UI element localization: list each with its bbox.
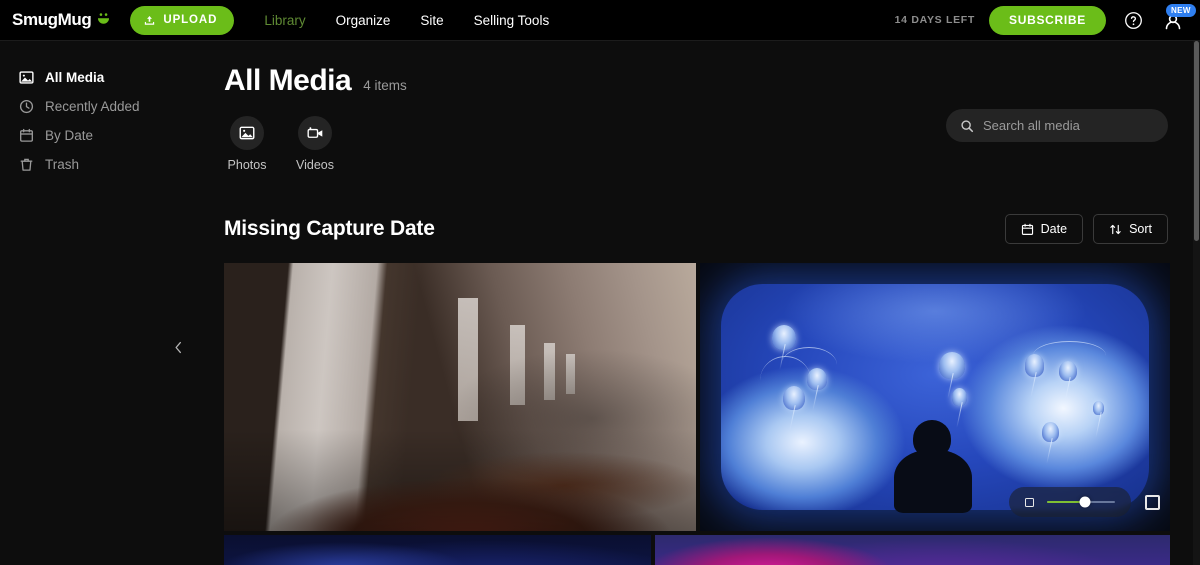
top-navigation-bar: SmugMug UPLOAD Library Organize Site Sel… (0, 0, 1200, 41)
filter-videos[interactable]: Videos (292, 116, 338, 172)
help-button[interactable] (1120, 7, 1146, 33)
page-header: All Media 4 items (212, 41, 1200, 98)
size-slider-track[interactable] (1047, 496, 1115, 508)
magenta-nebula-photo[interactable] (655, 535, 1170, 565)
item-count-label: 4 items (363, 78, 407, 93)
sidebar-item-label: Trash (45, 157, 80, 172)
question-mark-circle-icon (1124, 11, 1143, 30)
calendar-icon (19, 128, 34, 143)
sidebar-collapse-button[interactable] (170, 337, 186, 357)
sidebar-item-recently-added[interactable]: Recently Added (0, 92, 212, 121)
search-container[interactable] (946, 109, 1168, 142)
thumbnail-size-control[interactable] (1009, 487, 1160, 517)
new-badge: NEW (1166, 4, 1196, 17)
media-grid-row (224, 263, 1170, 531)
clock-icon (19, 99, 34, 114)
large-square-icon[interactable] (1145, 494, 1160, 510)
filter-label: Photos (227, 158, 267, 172)
sort-button-label: Sort (1129, 222, 1152, 236)
date-button-label: Date (1040, 222, 1068, 236)
topbar-right-cluster: 14 DAYS LEFT SUBSCRIBE NEW (894, 4, 1200, 35)
media-grid-row (224, 535, 1170, 565)
sort-button[interactable]: Sort (1093, 214, 1168, 244)
section-header: Missing Capture Date Date Sort (224, 214, 1168, 244)
size-slider-pill[interactable] (1009, 487, 1131, 517)
date-button[interactable]: Date (1004, 214, 1084, 244)
smiley-face-icon (95, 11, 112, 28)
sidebar: All Media Recently Added By Date Trash (0, 41, 212, 565)
trash-icon (19, 157, 34, 172)
filter-label: Videos (296, 158, 334, 172)
page-title: All Media (224, 64, 352, 97)
smugmug-logo[interactable]: SmugMug (12, 10, 112, 30)
image-icon (19, 70, 34, 85)
nav-link-library[interactable]: Library (264, 13, 305, 28)
sidebar-item-label: By Date (45, 128, 94, 143)
page-scrollbar[interactable] (1193, 41, 1200, 565)
main-content: All Media 4 items Photos (212, 41, 1200, 565)
jellyfish-aquarium-photo[interactable] (700, 263, 1170, 531)
sidebar-item-trash[interactable]: Trash (0, 150, 212, 179)
upload-button[interactable]: UPLOAD (130, 5, 235, 35)
image-icon (230, 116, 264, 150)
calendar-icon (1021, 223, 1034, 236)
concrete-corridor-photo[interactable] (224, 263, 696, 531)
child-silhouette (892, 419, 973, 514)
subscribe-button[interactable]: SUBSCRIBE (989, 5, 1106, 35)
account-menu-button[interactable]: NEW (1160, 4, 1196, 33)
main-nav: Library Organize Site Selling Tools (264, 13, 549, 28)
sidebar-item-label: All Media (45, 70, 105, 85)
filter-photos[interactable]: Photos (224, 116, 270, 172)
sort-arrows-icon (1109, 223, 1122, 236)
scrollbar-thumb[interactable] (1194, 41, 1199, 241)
video-camera-icon (298, 116, 332, 150)
chevron-left-icon (173, 340, 184, 355)
nav-link-selling-tools[interactable]: Selling Tools (474, 13, 550, 28)
dark-blue-night-photo[interactable] (224, 535, 651, 565)
search-input[interactable] (983, 118, 1148, 133)
sidebar-item-by-date[interactable]: By Date (0, 121, 212, 150)
section-title: Missing Capture Date (224, 217, 435, 240)
sidebar-item-label: Recently Added (45, 99, 140, 114)
size-slider-knob[interactable] (1079, 496, 1091, 508)
trial-days-left-label: 14 DAYS LEFT (894, 14, 976, 26)
media-grid (224, 263, 1170, 565)
small-square-icon[interactable] (1025, 497, 1034, 507)
nav-link-organize[interactable]: Organize (336, 13, 391, 28)
sidebar-item-all-media[interactable]: All Media (0, 63, 212, 92)
search-icon (960, 119, 974, 133)
logo-text: SmugMug (12, 10, 92, 29)
upload-button-label: UPLOAD (163, 14, 218, 26)
section-actions: Date Sort (1004, 214, 1168, 244)
nav-link-site[interactable]: Site (420, 13, 443, 28)
upload-arrow-icon (143, 14, 156, 27)
